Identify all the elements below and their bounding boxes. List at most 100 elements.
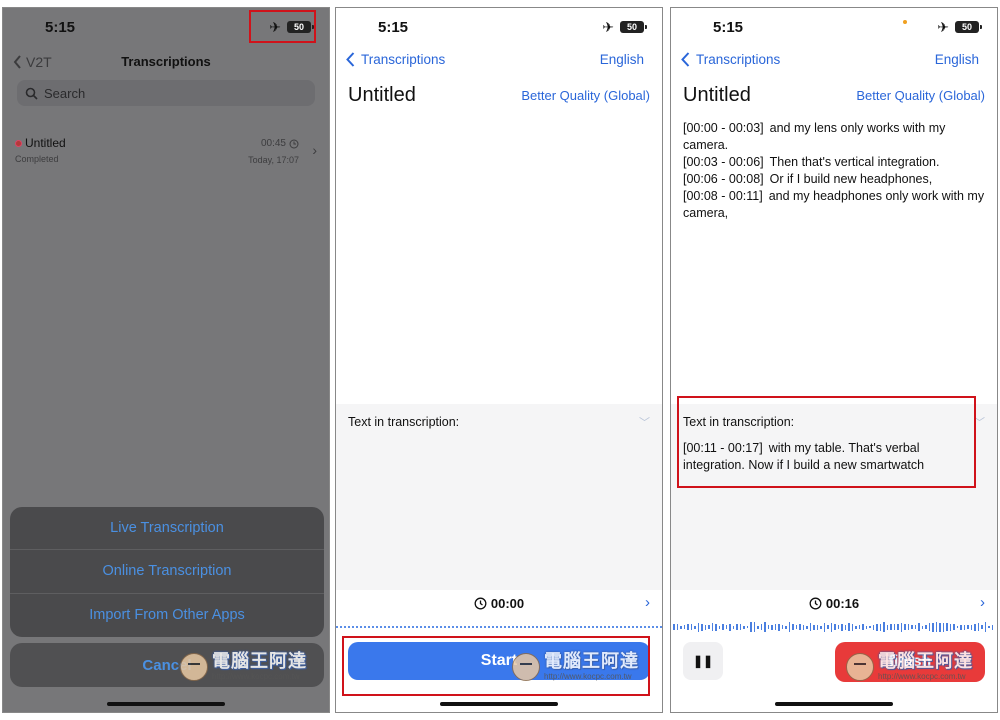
import-from-other-apps-button[interactable]: Import From Other Apps <box>10 594 324 637</box>
online-transcription-button[interactable]: Online Transcription <box>10 550 324 594</box>
chevron-right-icon[interactable]: › <box>645 594 650 611</box>
chevron-down-icon[interactable]: ﹀ <box>639 414 650 430</box>
waveform-bar <box>806 625 808 629</box>
waveform-bar <box>865 625 867 629</box>
pause-icon: ❚❚ <box>692 654 714 668</box>
waveform-bar <box>694 625 696 629</box>
waveform-bar <box>764 622 766 632</box>
live-transcription-panel: Text in transcription: ﹀ <box>336 404 662 590</box>
recording-timer: 00:00 <box>336 596 662 611</box>
back-button[interactable]: Transcriptions <box>346 52 445 67</box>
document-title[interactable]: Untitled <box>348 84 416 107</box>
pause-button[interactable]: ❚❚ <box>683 642 723 680</box>
waveform-bar <box>970 624 972 630</box>
segment-time: [00:03 - 00:06] <box>683 155 764 169</box>
waveform-bar <box>897 624 899 630</box>
watermark-title: 電腦王阿達 <box>544 651 639 672</box>
waveform-bar <box>802 624 804 630</box>
waveform-bar <box>785 625 787 629</box>
language-selector[interactable]: English <box>600 52 644 67</box>
waveform-bar <box>760 624 762 630</box>
waveform-bar <box>676 624 678 630</box>
waveform-bar <box>844 624 846 630</box>
status-icons: ✈ 50 <box>602 19 647 35</box>
live-transcription-button[interactable]: Live Transcription <box>10 507 324 551</box>
waveform-bar <box>690 624 692 630</box>
language-selector[interactable]: English <box>935 52 979 67</box>
waveform-bar <box>900 622 902 632</box>
waveform-bar <box>774 624 776 630</box>
timer-icon <box>809 597 822 610</box>
waveform-bar <box>823 622 825 632</box>
recording-timer: 00:16 <box>671 596 997 611</box>
transcript-segment: [00:08 - 00:11] and my headphones only wo… <box>683 188 985 222</box>
waveform-bar <box>792 624 794 630</box>
waveform-bar <box>722 624 724 630</box>
waveform-bar <box>939 622 941 632</box>
waveform-bar <box>914 625 916 629</box>
watermark-url: http://www.kocpc.com.tw <box>212 672 300 681</box>
status-time: 5:15 <box>45 19 76 36</box>
waveform-bar <box>963 624 965 630</box>
transcript-segment: [00:03 - 00:06] Then that's vertical inte… <box>683 154 985 171</box>
quality-selector[interactable]: Better Quality (Global) <box>856 88 985 103</box>
watermark-mascot-icon <box>180 652 208 681</box>
waveform-bar <box>960 624 962 630</box>
list-item[interactable]: Untitled Completed 00:45 Today, 17:07 › <box>3 136 329 172</box>
document-title[interactable]: Untitled <box>683 84 751 107</box>
home-indicator <box>440 702 558 706</box>
timer-value: 00:16 <box>825 596 860 611</box>
waveform-bar <box>890 624 892 630</box>
waveform-bar <box>925 625 927 629</box>
back-button[interactable]: Transcriptions <box>681 52 780 67</box>
watermark-text: 電腦王阿達 http://www.kocpc.com.tw <box>544 651 639 682</box>
waveform-bar <box>673 624 675 630</box>
chevron-right-icon[interactable]: › <box>980 594 985 611</box>
watermark-mascot-icon <box>846 652 874 681</box>
waveform-bar <box>746 626 748 628</box>
battery-level: 50 <box>626 22 637 32</box>
waveform-bar <box>781 625 783 629</box>
waveform-bar <box>813 624 815 630</box>
list-item-status: Completed <box>15 154 59 164</box>
watermark-text: 電腦王阿達 http://www.kocpc.com.tw <box>878 652 973 682</box>
waveform-bar <box>729 623 731 631</box>
back-label: Transcriptions <box>361 52 446 67</box>
waveform-bar <box>953 624 955 630</box>
waveform-bar <box>750 622 752 632</box>
list-item-duration-wrap: 00:45 <box>261 138 299 149</box>
waveform-bar <box>988 626 990 628</box>
watermark-text: 電腦王阿達 http://www.kocpc.com.tw <box>212 652 307 682</box>
waveform-bar <box>932 622 934 632</box>
waveform-bar <box>848 623 850 631</box>
waveform-bar <box>757 625 759 629</box>
audio-waveform <box>671 618 997 636</box>
waveform-bar <box>708 625 710 629</box>
search-input[interactable]: Search <box>17 80 315 106</box>
quality-selector[interactable]: Better Quality (Global) <box>521 88 650 103</box>
waveform-bar <box>739 624 741 630</box>
recording-indicator-icon <box>903 20 907 24</box>
waveform-bar <box>879 623 881 631</box>
waveform-bar <box>935 622 937 632</box>
waveform-bar <box>904 624 906 630</box>
highlight-box-live-text <box>677 396 976 488</box>
segment-time: [00:06 - 00:08] <box>683 172 764 186</box>
waveform-bar <box>771 624 773 630</box>
transcript-body: [00:00 - 00:03] and my lens only works wi… <box>683 120 985 222</box>
waveform-bar <box>778 623 780 631</box>
chevron-left-icon <box>346 52 355 67</box>
list-item-title-wrap: Untitled <box>15 136 66 150</box>
waveform-bar <box>942 622 944 632</box>
transcript-segment: [00:06 - 00:08] Or if I build new headpho… <box>683 171 985 188</box>
waveform-bar <box>981 625 983 629</box>
timer-icon <box>474 597 487 610</box>
airplane-icon: ✈ <box>602 19 614 35</box>
chevron-left-icon <box>681 52 690 67</box>
waveform-bar <box>795 625 797 629</box>
segment-text: Then that's vertical integration. <box>769 155 940 169</box>
watermark: 電腦王阿達 http://www.kocpc.com.tw <box>512 652 639 681</box>
waveform-bar <box>977 623 979 631</box>
page-title: Transcriptions <box>121 54 211 69</box>
waveform-bar <box>799 624 801 630</box>
